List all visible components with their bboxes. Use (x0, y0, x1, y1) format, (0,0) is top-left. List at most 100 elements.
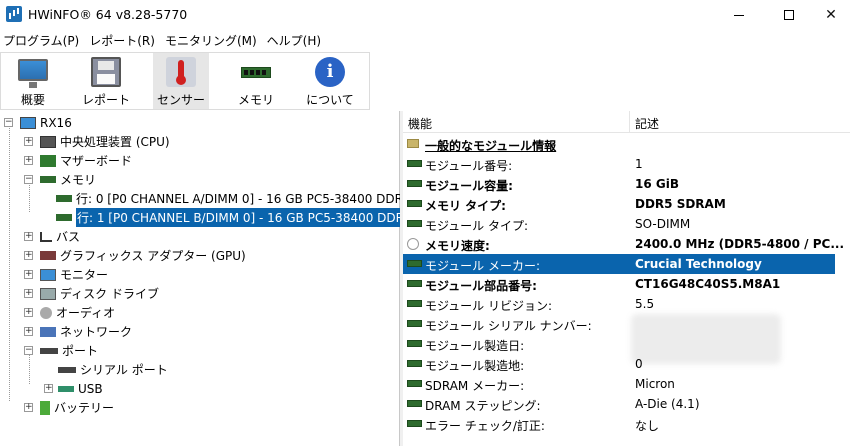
tree-node-label: グラフィックス アダプター (GPU) (60, 249, 246, 263)
table-row-selected[interactable]: モジュール メーカー: Crucial Technology (403, 254, 835, 274)
row-value: A-Die (4.1) (635, 397, 700, 411)
table-row[interactable]: モジュール シリアル ナンバー: (403, 314, 850, 334)
expand-icon[interactable]: + (24, 327, 33, 336)
tree-node-dimm-0[interactable]: 行: 0 [P0 CHANNEL A/DIMM 0] - 16 GB PC5-3… (56, 189, 411, 208)
tree-node-label: USB (78, 381, 103, 396)
expand-icon[interactable]: + (24, 289, 33, 298)
tree-node-label: オーディオ (56, 306, 116, 320)
computer-icon (20, 116, 36, 129)
row-value: SO-DIMM (635, 217, 691, 231)
sensors-label: センサー (156, 93, 205, 107)
memory-button[interactable]: メモリ (228, 53, 284, 109)
tree-node-label: モニター (60, 268, 109, 282)
section-title: 一般的なモジュール情報 (425, 139, 557, 153)
report-label: レポート (81, 93, 130, 107)
menu-help[interactable]: ヘルプ(H) (264, 32, 328, 49)
column-description[interactable]: 記述 (635, 115, 659, 132)
tree-node-audio[interactable]: + オーディオ (24, 303, 115, 322)
expand-icon[interactable]: + (24, 251, 33, 260)
close-button[interactable]: ✕ (808, 0, 850, 30)
tree-node-bus[interactable]: + バス (24, 227, 80, 246)
minimize-icon (734, 14, 744, 16)
expand-icon[interactable]: + (24, 308, 33, 317)
tree-node-battery[interactable]: + バッテリー (24, 398, 114, 417)
battery-icon (40, 400, 50, 415)
sensors-button[interactable]: センサー (153, 53, 209, 109)
row-value: Micron (635, 377, 675, 391)
about-button[interactable]: i について (302, 53, 358, 109)
row-value: 0 (635, 357, 643, 371)
tree-node-usb[interactable]: + USB (44, 379, 103, 398)
tree-root[interactable]: − RX16 (4, 113, 72, 132)
monitor-icon (18, 59, 48, 88)
row-key: モジュール製造日: (425, 339, 525, 353)
tree-node-disk[interactable]: + ディスク ドライブ (24, 284, 159, 303)
memory-icon (407, 320, 422, 327)
row-key: モジュール部品番号: (425, 279, 537, 293)
row-key: メモリ速度: (425, 239, 490, 253)
tree-node-cpu[interactable]: + 中央処理装置 (CPU) (24, 132, 170, 151)
memory-icon (40, 176, 56, 183)
table-row[interactable]: メモリ タイプ: DDR5 SDRAM (403, 194, 850, 214)
tree-node-network[interactable]: + ネットワーク (24, 322, 132, 341)
row-key: モジュール タイプ: (425, 219, 529, 233)
collapse-icon[interactable]: − (24, 346, 33, 355)
expand-icon[interactable]: + (44, 384, 53, 393)
memory-icon (407, 260, 422, 267)
expand-icon[interactable]: + (24, 232, 33, 241)
table-row[interactable]: モジュール部品番号: CT16G48C40S5.M8A1 (403, 274, 850, 294)
table-row[interactable]: モジュール容量: 16 GiB (403, 174, 850, 194)
expand-icon[interactable]: + (24, 403, 33, 412)
tree-node-memory[interactable]: − メモリ (24, 170, 96, 189)
menu-program[interactable]: プログラム(P) (0, 32, 86, 49)
ram-icon (241, 67, 271, 78)
memory-icon (407, 200, 422, 207)
maximize-icon (784, 10, 794, 20)
table-row[interactable]: DRAM ステッピング: A-Die (4.1) (403, 394, 850, 414)
row-value: 1 (635, 157, 643, 171)
expand-icon[interactable]: + (24, 137, 33, 146)
expand-icon[interactable]: + (24, 270, 33, 279)
table-row[interactable]: モジュール製造地: 0 (403, 354, 850, 374)
table-row[interactable]: モジュール リビジョン: 5.5 (403, 294, 850, 314)
menu-bar: プログラム(P) レポート(R) モニタリング(M) ヘルプ(H) (0, 30, 850, 50)
row-key: メモリ タイプ: (425, 199, 506, 213)
motherboard-icon (40, 154, 56, 167)
tree-node-dimm-1[interactable]: 行: 1 [P0 CHANNEL B/DIMM 0] - 16 GB PC5-3… (56, 208, 413, 227)
cpu-icon (40, 135, 56, 148)
row-key: モジュール リビジョン: (425, 299, 553, 313)
menu-monitoring[interactable]: モニタリング(M) (162, 32, 264, 49)
minimize-button[interactable] (716, 0, 762, 30)
tree-node-motherboard[interactable]: + マザーボード (24, 151, 132, 170)
bus-icon (40, 231, 52, 242)
row-key: DRAM ステッピング: (425, 399, 541, 413)
expand-icon[interactable]: + (24, 156, 33, 165)
tree-node-serial-port[interactable]: シリアル ポート (58, 360, 168, 379)
column-feature[interactable]: 機能 (408, 115, 432, 132)
table-row[interactable]: SDRAM メーカー: Micron (403, 374, 850, 394)
summary-label: 概要 (20, 93, 45, 107)
row-key: モジュール メーカー: (425, 259, 541, 273)
collapse-icon[interactable]: − (24, 175, 33, 184)
gpu-icon (40, 251, 56, 260)
maximize-button[interactable] (766, 0, 812, 30)
table-row[interactable]: モジュール タイプ: SO-DIMM (403, 214, 850, 234)
table-row[interactable]: モジュール番号: 1 (403, 154, 850, 174)
tree-node-label: メモリ (60, 173, 97, 187)
display-icon (40, 268, 56, 281)
table-row[interactable]: メモリ速度: 2400.0 MHz (DDR5-4800 / PC... (403, 234, 850, 254)
report-button[interactable]: レポート (78, 53, 134, 109)
table-row[interactable]: モジュール製造日: (403, 334, 850, 354)
tree-node-ports[interactable]: − ポート (24, 341, 98, 360)
table-row[interactable]: エラー チェック/訂正: なし (403, 414, 850, 434)
disk-icon (40, 287, 56, 300)
tree-node-label: ポート (62, 344, 99, 358)
menu-report[interactable]: レポート(R) (86, 32, 162, 49)
collapse-icon[interactable]: − (4, 118, 13, 127)
tree-node-monitor[interactable]: + モニター (24, 265, 108, 284)
tree-node-label: マザーボード (60, 154, 133, 168)
tree-node-gpu[interactable]: + グラフィックス アダプター (GPU) (24, 246, 246, 265)
section-header-row[interactable]: 一般的なモジュール情報 (403, 134, 850, 154)
memory-icon (407, 160, 422, 167)
summary-button[interactable]: 概要 (5, 53, 61, 109)
